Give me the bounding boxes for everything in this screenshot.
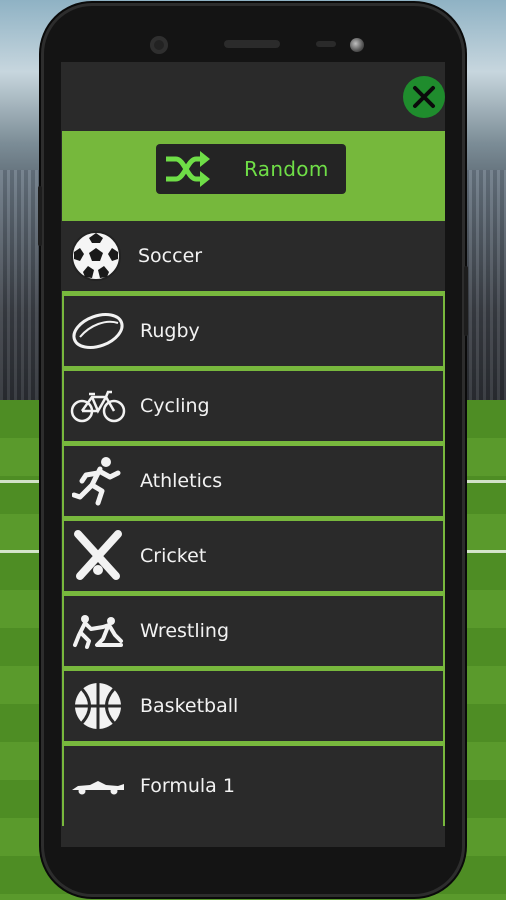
close-icon: [413, 86, 435, 108]
list-item-cricket[interactable]: Cricket: [62, 521, 445, 596]
proximity-sensor: [316, 41, 336, 47]
soccer-ball-icon: [66, 226, 126, 286]
sport-label: Cricket: [140, 545, 207, 567]
sport-label: Wrestling: [140, 620, 230, 642]
random-label: Random: [244, 157, 329, 181]
runner-icon: [68, 451, 128, 511]
basketball-icon: [68, 676, 128, 736]
list-item-wrestling[interactable]: Wrestling: [62, 596, 445, 671]
random-button[interactable]: Random: [156, 144, 346, 194]
sports-list: Soccer Rugby Cycling Athletics Cricket W…: [62, 221, 445, 826]
shuffle-icon: [166, 151, 210, 187]
list-item-athletics[interactable]: Athletics: [62, 446, 445, 521]
bicycle-icon: [68, 376, 128, 436]
close-button[interactable]: [403, 76, 445, 118]
camera-lens: [350, 38, 364, 52]
wrestlers-icon: [68, 601, 128, 661]
list-item-soccer[interactable]: Soccer: [62, 221, 445, 296]
random-section: Random: [62, 131, 445, 221]
list-item-formula-1[interactable]: Formula 1: [62, 746, 445, 826]
phone-frame: Random Soccer Rugby Cycling Athletics Cr…: [38, 6, 468, 894]
sport-label: Basketball: [140, 695, 239, 717]
list-item-rugby[interactable]: Rugby: [62, 296, 445, 371]
sport-label: Rugby: [140, 320, 200, 342]
phone-side-button: [38, 186, 42, 246]
sport-label: Formula 1: [140, 775, 235, 797]
sport-label: Soccer: [138, 245, 203, 267]
phone-side-button: [464, 266, 468, 336]
app-screen: Random Soccer Rugby Cycling Athletics Cr…: [61, 62, 445, 847]
sport-label: Athletics: [140, 470, 223, 492]
race-car-icon: [68, 756, 128, 816]
cricket-bats-icon: [68, 526, 128, 586]
list-item-cycling[interactable]: Cycling: [62, 371, 445, 446]
rugby-ball-icon: [68, 301, 128, 361]
earpiece-speaker: [224, 40, 280, 48]
sport-label: Cycling: [140, 395, 210, 417]
list-item-basketball[interactable]: Basketball: [62, 671, 445, 746]
front-camera: [150, 36, 168, 54]
